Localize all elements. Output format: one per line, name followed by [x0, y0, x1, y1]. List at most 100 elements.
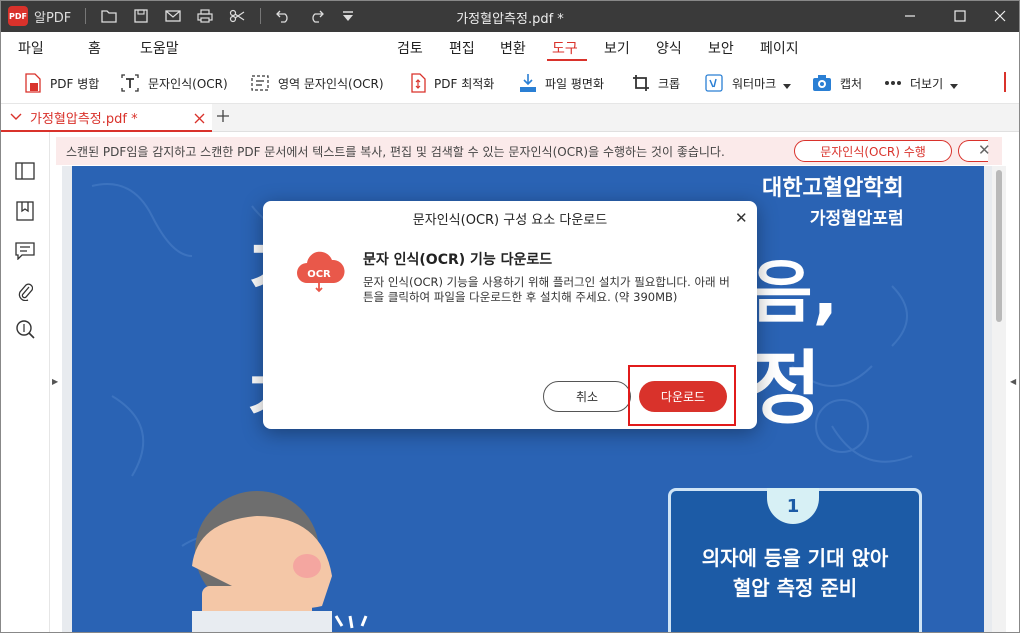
menu-edit[interactable]: 편집 — [449, 38, 475, 58]
dialog-heading: 문자 인식(OCR) 기능 다운로드 — [363, 252, 553, 268]
titlebar-separator — [85, 8, 87, 24]
menu-view[interactable]: 보기 — [604, 38, 630, 58]
undo-icon[interactable] — [275, 7, 293, 25]
toolbar-overflow-indicator — [1004, 72, 1006, 92]
step-number-badge: 1 — [767, 488, 819, 524]
pdf-merge-label: PDF 병합 — [50, 76, 100, 91]
search-icon[interactable] — [14, 318, 36, 340]
minimize-button[interactable] — [888, 0, 932, 32]
notice-text: 스캔된 PDF임을 감지하고 스캔한 PDF 문서에서 텍스트를 복사, 편집 … — [66, 144, 725, 159]
person-illustration — [192, 491, 332, 633]
watermark-button[interactable]: 워터마크 — [704, 72, 800, 94]
dialog-title: 문자인식(OCR) 구성 요소 다운로드 — [412, 213, 608, 228]
scrollbar-thumb[interactable] — [996, 170, 1002, 322]
watermark-icon — [705, 74, 723, 92]
expand-right-panel-arrow-icon[interactable]: ◀ — [1010, 377, 1016, 386]
scissors-icon[interactable] — [228, 7, 246, 25]
document-tab-title: 가정혈압측정.pdf * — [30, 111, 138, 127]
capture-button[interactable]: 캡처 — [812, 72, 862, 94]
menu-tools[interactable]: 도구 — [552, 38, 578, 58]
menu-form[interactable]: 양식 — [656, 38, 682, 58]
chevron-down-icon — [950, 84, 959, 89]
window-title: 가정혈압측정.pdf * — [456, 12, 564, 27]
step-card: 1 의자에 등을 기대 앉아 혈압 측정 준비 — [668, 488, 922, 633]
step-line-2: 혈압 측정 준비 — [732, 576, 858, 600]
more-label: 더보기 — [910, 76, 944, 91]
close-icon[interactable] — [194, 113, 205, 124]
capture-label: 캡처 — [840, 76, 863, 91]
dialog-body-text: 문자 인식(OCR) 기능을 사용하기 위해 플러그인 설치가 필요합니다. 아… — [363, 275, 730, 304]
tools-toolbar: PDF 병합 문자인식(OCR) 영역 문자인식(OCR) PDF 최적화 파일… — [0, 62, 1020, 104]
titlebar-separator — [260, 8, 262, 24]
redo-icon[interactable] — [307, 7, 325, 25]
pdf-merge-icon — [25, 73, 41, 93]
flatten-icon — [520, 74, 536, 92]
ocr-label: 문자인식(OCR) — [148, 76, 228, 91]
new-tab-button[interactable] — [216, 109, 232, 125]
app-name: 알PDF — [34, 10, 72, 26]
ocr-icon-label: OCR — [307, 269, 331, 280]
left-side-panel — [0, 132, 50, 633]
bookmark-icon[interactable] — [14, 200, 36, 222]
forum-name: 가정혈압포럼 — [809, 209, 904, 229]
area-ocr-icon — [251, 75, 269, 91]
plus-icon — [217, 110, 229, 122]
print-icon[interactable] — [196, 7, 214, 25]
menu-bar: 파일 홈 도움말 검토 편집 변환 도구 보기 양식 보안 페이지 — [0, 32, 1020, 62]
menu-help[interactable]: 도움말 — [140, 38, 179, 58]
close-window-button[interactable] — [978, 0, 1020, 32]
expand-panel-arrow-icon[interactable]: ▶ — [52, 377, 58, 386]
cancel-button[interactable]: 취소 — [543, 381, 631, 412]
headline-fragment-right: 음, — [750, 254, 838, 333]
comment-icon[interactable] — [14, 240, 36, 262]
document-tab[interactable]: 가정혈압측정.pdf * — [0, 104, 212, 132]
chevron-down-icon — [783, 84, 792, 89]
crop-button[interactable]: 크롭 — [632, 72, 680, 94]
panel-toggle-icon[interactable] — [14, 160, 36, 182]
maximize-button[interactable] — [938, 0, 982, 32]
document-tab-bar: 가정혈압측정.pdf * — [0, 104, 1020, 132]
area-ocr-label: 영역 문자인식(OCR) — [278, 76, 384, 91]
download-highlight-box — [628, 365, 736, 426]
pdf-optimize-label: PDF 최적화 — [434, 76, 495, 91]
pdf-optimize-icon — [411, 73, 426, 93]
flatten-label: 파일 평면화 — [545, 76, 605, 91]
flatten-button[interactable]: 파일 평면화 — [519, 72, 604, 94]
active-menu-underline — [547, 59, 587, 61]
more-button[interactable]: 더보기 — [884, 72, 967, 94]
area-ocr-button[interactable]: 영역 문자인식(OCR) — [250, 72, 384, 94]
menu-file[interactable]: 파일 — [18, 38, 44, 58]
run-ocr-button[interactable]: 문자인식(OCR) 수행 — [794, 140, 952, 162]
ocr-text-icon — [121, 74, 139, 92]
menu-convert[interactable]: 변환 — [500, 38, 526, 58]
menu-page[interactable]: 페이지 — [760, 38, 799, 58]
pdf-merge-button[interactable]: PDF 병합 — [24, 72, 99, 94]
app-logo-icon: PDF — [8, 6, 28, 26]
ocr-button[interactable]: 문자인식(OCR) — [120, 72, 228, 94]
attachment-icon[interactable] — [14, 280, 36, 302]
headline-fragment-right-2: 정 — [748, 342, 822, 435]
mail-icon[interactable] — [164, 7, 182, 25]
pdf-optimize-button[interactable]: PDF 최적화 — [410, 72, 494, 94]
crop-icon — [633, 75, 649, 91]
close-icon[interactable]: ✕ — [735, 209, 748, 227]
organization-logo: 대한고혈압학회 가정혈압포럼 — [762, 170, 904, 229]
crop-label: 크롭 — [658, 76, 681, 91]
close-icon[interactable]: ✕ — [978, 141, 991, 159]
step-line-1: 의자에 등을 기대 앉아 — [701, 546, 889, 570]
menu-security[interactable]: 보안 — [708, 38, 734, 58]
ocr-cloud-download-icon: OCR — [297, 251, 345, 293]
more-dots-icon — [885, 81, 901, 85]
title-bar: PDF 알PDF 가정혈압측정.pdf * — [0, 0, 1020, 32]
watermark-label: 워터마크 — [732, 76, 777, 91]
menu-home[interactable]: 홈 — [88, 38, 101, 58]
menu-review[interactable]: 검토 — [397, 38, 423, 58]
camera-icon — [813, 75, 831, 91]
save-icon[interactable] — [132, 7, 150, 25]
organization-name: 대한고혈압학회 — [762, 176, 904, 201]
folder-icon[interactable] — [100, 7, 118, 25]
radiating-lines-icon — [334, 615, 368, 629]
chevron-down-icon[interactable] — [10, 112, 22, 122]
step-description: 의자에 등을 기대 앉아 혈압 측정 준비 — [671, 543, 919, 603]
dropdown-icon[interactable] — [339, 7, 357, 25]
